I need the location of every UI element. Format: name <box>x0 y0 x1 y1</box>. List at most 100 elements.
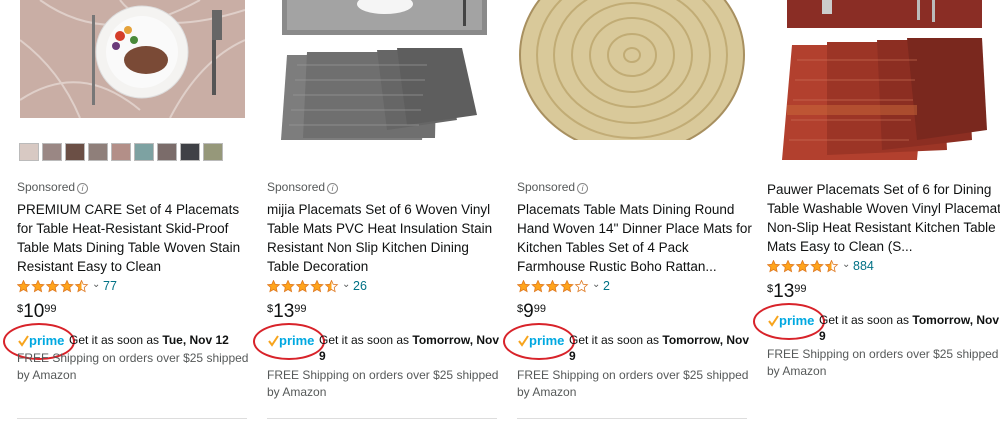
rating[interactable]: ⌄ 26 <box>267 279 387 295</box>
delivery-info: Get it as soon as Tomorrow, Nov 9 <box>319 332 505 364</box>
search-results-grid: Sponsored i PREMIUM CARE Set of 4 Placema… <box>0 0 1000 429</box>
sponsored-label[interactable]: Sponsored i <box>267 180 339 194</box>
delivery-date: Tue, Nov 12 <box>162 333 229 347</box>
star-icon <box>31 280 45 293</box>
shipping-info: FREE Shipping on orders over $25 shipped… <box>767 347 999 378</box>
star-icon <box>545 280 560 293</box>
star-icon <box>267 280 281 293</box>
chevron-down-icon: ⌄ <box>92 279 101 290</box>
star-icon <box>781 260 795 273</box>
delivery-info: Get it as soon as Tomorrow, Nov 9 <box>569 332 755 364</box>
color-swatch[interactable] <box>88 143 108 161</box>
star-icon <box>310 280 324 293</box>
star-rating-icon <box>17 280 89 293</box>
star-icon <box>767 260 781 273</box>
star-icon <box>824 260 839 273</box>
price-whole: 9 <box>523 301 534 322</box>
color-swatch[interactable] <box>203 143 223 161</box>
sponsored-text: Sponsored <box>517 180 576 194</box>
price-fraction: 99 <box>294 303 307 315</box>
shipping-info: FREE Shipping on orders over $25 shipped… <box>517 368 749 399</box>
product-title[interactable]: mijia Placemats Set of 6 Woven Vinyl Tab… <box>267 200 502 276</box>
star-icon <box>810 260 824 273</box>
product-card-4[interactable]: Pauwer Placemats Set of 6 for Dining Tab… <box>753 0 1000 429</box>
price[interactable]: $999 <box>517 301 546 323</box>
product-image[interactable] <box>767 0 1000 168</box>
sponsored-text: Sponsored <box>267 180 326 194</box>
divider <box>517 418 747 419</box>
delivery-info: Get it as soon as Tomorrow, Nov 9 <box>819 312 1000 344</box>
price-fraction: 99 <box>44 303 57 315</box>
chevron-down-icon: ⌄ <box>592 279 601 290</box>
delivery-prefix: Get it as soon as <box>569 333 660 347</box>
star-icon <box>60 280 74 293</box>
product-card-3[interactable]: Sponsored i Placemats Table Mats Dining R… <box>503 0 755 429</box>
shipping-info: FREE Shipping on orders over $25 shipped… <box>17 351 249 382</box>
shipping-info: FREE Shipping on orders over $25 shipped… <box>267 368 499 399</box>
color-swatch[interactable] <box>65 143 85 161</box>
rating[interactable]: ⌄ 2 <box>517 279 637 295</box>
product-title[interactable]: PREMIUM CARE Set of 4 Placemats for Tabl… <box>17 200 252 276</box>
svg-text:prime: prime <box>29 333 64 348</box>
product-title[interactable]: Placemats Table Mats Dining Round Hand W… <box>517 200 752 276</box>
star-icon <box>74 280 89 293</box>
color-swatch[interactable] <box>134 143 154 161</box>
price[interactable]: $1099 <box>17 301 57 323</box>
price-whole: 13 <box>273 301 295 322</box>
color-swatch[interactable] <box>42 143 62 161</box>
delivery-prefix: Get it as soon as <box>819 313 910 327</box>
rating[interactable]: ⌄ 884 <box>767 259 887 275</box>
star-icon <box>324 280 339 293</box>
star-icon <box>517 280 531 293</box>
product-image[interactable] <box>20 0 245 118</box>
sponsored-label[interactable]: Sponsored i <box>17 180 89 194</box>
svg-text:prime: prime <box>279 333 314 348</box>
divider <box>267 418 497 419</box>
star-icon <box>45 280 60 293</box>
product-card-1[interactable]: Sponsored i PREMIUM CARE Set of 4 Placema… <box>3 0 252 429</box>
svg-text:prime: prime <box>779 313 814 328</box>
price-symbol: $ <box>17 303 24 315</box>
rating[interactable]: ⌄ 77 <box>17 279 137 295</box>
placemat-photo <box>281 0 487 140</box>
star-icon <box>295 280 310 293</box>
chevron-down-icon: ⌄ <box>342 279 351 290</box>
price[interactable]: $1399 <box>767 281 807 303</box>
star-rating-icon <box>517 280 589 293</box>
review-count[interactable]: 884 <box>853 259 874 273</box>
star-rating-icon <box>767 260 839 273</box>
color-swatch[interactable] <box>19 143 39 161</box>
price-whole: 10 <box>23 301 45 322</box>
review-count[interactable]: 77 <box>103 279 117 293</box>
color-swatch[interactable] <box>180 143 200 161</box>
star-icon <box>281 280 295 293</box>
price[interactable]: $1399 <box>267 301 307 323</box>
price-fraction: 99 <box>533 303 546 315</box>
delivery-prefix: Get it as soon as <box>319 333 410 347</box>
color-swatch[interactable] <box>157 143 177 161</box>
star-icon <box>574 280 589 293</box>
star-icon <box>795 260 810 273</box>
star-icon <box>560 280 574 293</box>
info-icon[interactable]: i <box>77 183 89 194</box>
info-icon[interactable]: i <box>327 183 339 194</box>
product-title[interactable]: Pauwer Placemats Set of 6 for Dining Tab… <box>767 180 1000 256</box>
product-image[interactable] <box>267 0 502 140</box>
star-icon <box>531 280 545 293</box>
product-card-2[interactable]: Sponsored i mijia Placemats Set of 6 Wove… <box>253 0 505 429</box>
placemat-photo <box>20 0 245 118</box>
review-count[interactable]: 26 <box>353 279 367 293</box>
product-image[interactable] <box>517 0 752 140</box>
chevron-down-icon: ⌄ <box>842 259 851 270</box>
color-swatch[interactable] <box>111 143 131 161</box>
divider <box>17 418 247 419</box>
price-whole: 13 <box>773 281 795 302</box>
info-icon[interactable]: i <box>577 183 589 194</box>
price-symbol: $ <box>517 303 524 315</box>
price-symbol: $ <box>767 283 774 295</box>
sponsored-label[interactable]: Sponsored i <box>517 180 589 194</box>
review-count[interactable]: 2 <box>603 279 610 293</box>
placemat-photo <box>519 0 745 140</box>
price-symbol: $ <box>267 303 274 315</box>
star-icon <box>17 280 31 293</box>
